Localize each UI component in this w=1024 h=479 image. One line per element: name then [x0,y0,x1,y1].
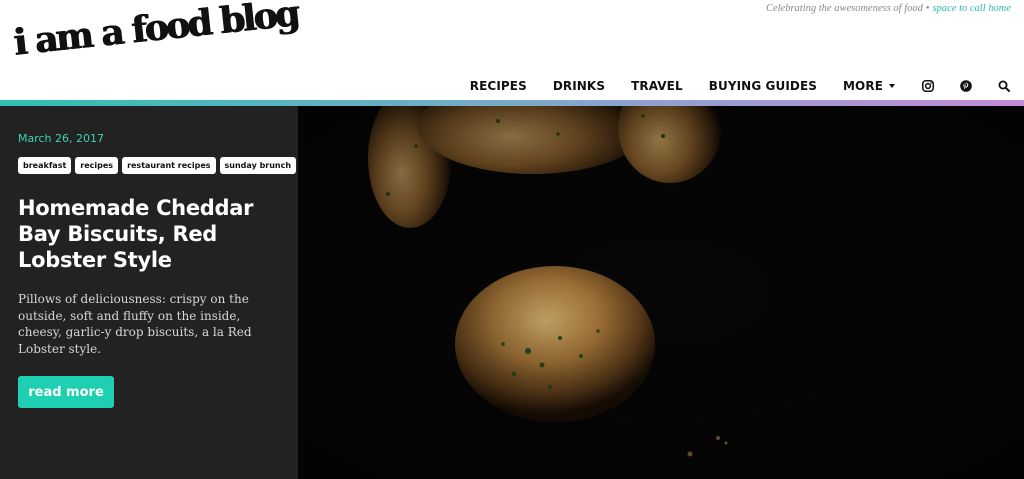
nav-item-travel[interactable]: TRAVEL [631,79,683,93]
post-title[interactable]: Homemade Cheddar Bay Biscuits, Red Lobst… [18,195,288,273]
featured-post-panel: March 26, 2017 breakfast recipes restaur… [0,106,298,479]
search-icon[interactable] [997,79,1011,93]
tagline-separator: • [925,3,930,14]
site-tagline: Celebrating the awesomeness of food • spac… [766,3,1011,14]
pinterest-icon[interactable] [959,79,973,93]
site-header: Celebrating the awesomeness of food • spac… [0,0,1024,100]
post-excerpt: Pillows of deliciousness: crispy on the … [18,292,252,356]
featured-image[interactable] [298,106,1024,479]
nav-item-drinks[interactable]: DRINKS [553,79,605,93]
nav-label: BUYING GUIDES [708,79,818,93]
site-logo[interactable]: i am a food blog [12,0,300,64]
tagline-link[interactable]: space to call home [933,3,1011,14]
tag-restaurant-recipes[interactable]: restaurant recipes [122,157,216,174]
nav-label: MORE [843,79,883,93]
nav-item-more[interactable]: MORE [843,79,895,93]
nav-label: DRINKS [552,79,606,93]
tagline-text: Celebrating the awesomeness of food [765,3,923,14]
instagram-icon[interactable] [921,79,935,93]
post-date: March 26, 2017 [18,132,105,145]
main-nav: RECIPES DRINKS TRAVEL BUYING GUIDES MORE [470,76,1024,96]
post-tags: breakfast recipes restaurant recipes sun… [18,157,297,174]
nav-item-recipes[interactable]: RECIPES [470,79,527,93]
tag-recipes[interactable]: recipes [75,157,119,174]
tag-breakfast[interactable]: breakfast [18,157,72,174]
caret-down-icon [889,84,895,88]
tag-sunday-brunch[interactable]: sunday brunch [219,157,297,174]
nav-item-buying-guides[interactable]: BUYING GUIDES [709,79,817,93]
read-more-button[interactable]: read more [18,376,114,408]
nav-label: TRAVEL [631,79,683,93]
nav-label: RECIPES [469,79,527,93]
